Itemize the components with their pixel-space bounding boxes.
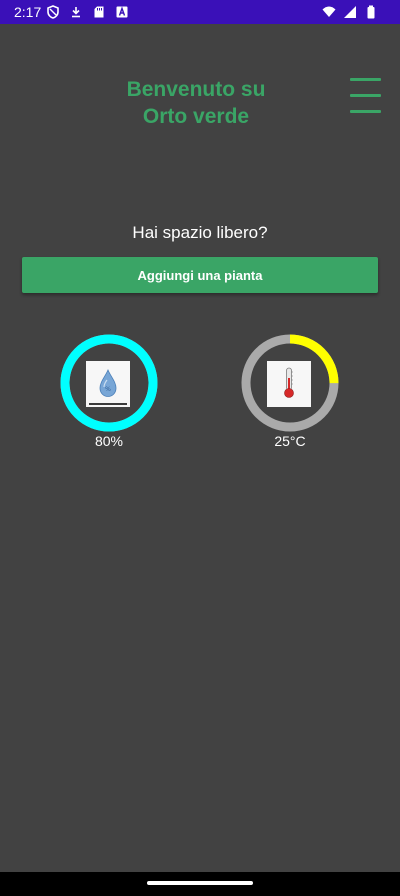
status-time: 2:17: [14, 4, 42, 20]
free-space-question: Hai spazio libero?: [132, 223, 268, 242]
home-gesture-handle[interactable]: [147, 881, 253, 885]
menu-bar-top: [350, 78, 381, 81]
water-drop-icon: %: [86, 361, 130, 407]
status-bar: 2:17: [0, 0, 400, 24]
title-line-2: Orto verde: [142, 105, 250, 128]
signal-icon: [344, 6, 356, 18]
status-icons-right: [322, 5, 378, 19]
humidity-value: 80%: [94, 433, 124, 449]
temperature-value: 25°C: [274, 433, 306, 449]
menu-bar-middle: [350, 94, 381, 97]
add-plant-button[interactable]: Aggiungi una pianta: [22, 257, 378, 293]
temperature-gauge: 25°C: [240, 333, 340, 449]
hamburger-menu-icon[interactable]: [348, 77, 382, 115]
vpn-shield-icon: [47, 5, 59, 19]
a-letter-icon: [116, 6, 128, 18]
svg-text:%: %: [105, 386, 111, 393]
app-screen: 2:17 Benvenuto su Orto verde Hai spazio …: [0, 0, 400, 896]
download-icon: [72, 7, 80, 18]
navigation-bar: [0, 872, 400, 896]
battery-icon: [367, 5, 375, 19]
title-line-1: Benvenuto su: [126, 78, 266, 101]
menu-bar-bottom: [350, 110, 381, 113]
wifi-icon: [322, 6, 336, 17]
app-title: Benvenuto su Orto verde: [96, 76, 296, 130]
thermometer-icon: [267, 361, 311, 407]
status-icons-left: [46, 5, 129, 19]
humidity-gauge: % 80%: [59, 333, 159, 449]
sd-card-icon: [94, 6, 104, 18]
